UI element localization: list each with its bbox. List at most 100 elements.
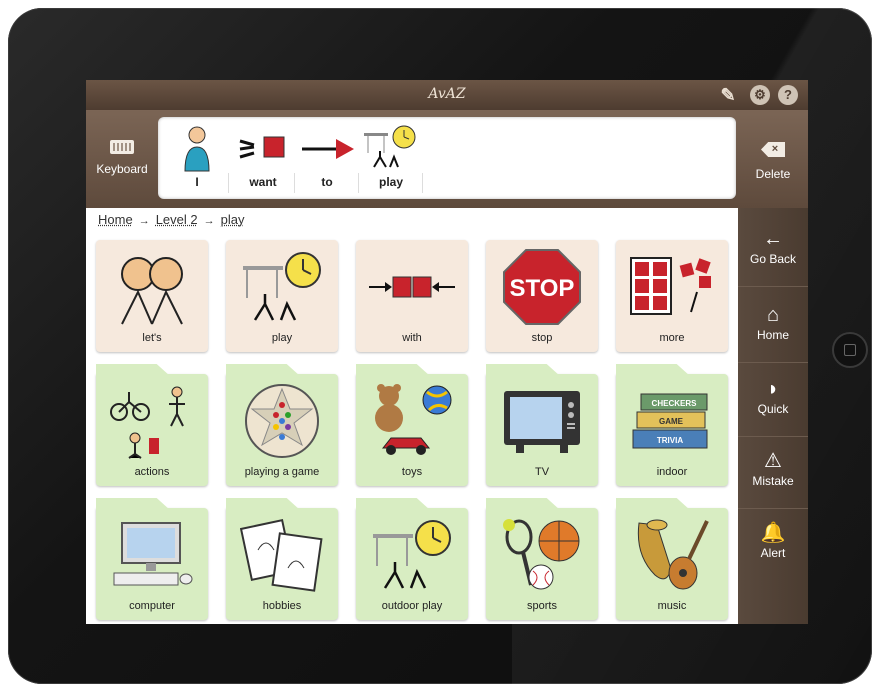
more-grid-icon bbox=[616, 248, 728, 326]
tile-label: with bbox=[402, 332, 422, 344]
breadcrumb-arrow-icon: → bbox=[138, 215, 150, 227]
play-swing-icon bbox=[356, 516, 468, 594]
board-game-icon bbox=[226, 382, 338, 460]
folder-sports[interactable]: sports bbox=[486, 508, 598, 620]
tile-play[interactable]: play bbox=[226, 240, 338, 352]
message-word[interactable]: I bbox=[168, 123, 226, 195]
tile-label: actions bbox=[134, 466, 170, 478]
folder-actions[interactable]: actions bbox=[96, 374, 208, 486]
breadcrumb-level[interactable]: Level 2 bbox=[156, 212, 198, 227]
sports-balls-icon bbox=[486, 516, 598, 594]
word-divider bbox=[228, 173, 229, 193]
pencil-icon[interactable]: ✎ bbox=[718, 85, 738, 105]
tile-label: more bbox=[659, 332, 685, 344]
go-back-button[interactable]: ← Go Back bbox=[738, 214, 808, 287]
tile-more[interactable]: more bbox=[616, 240, 728, 352]
folder-hobbies[interactable]: hobbies bbox=[226, 508, 338, 620]
back-arrow-icon: ← bbox=[763, 228, 783, 250]
tv-icon bbox=[486, 382, 598, 460]
folder-computer[interactable]: computer bbox=[96, 508, 208, 620]
tile-label: let's bbox=[142, 332, 162, 344]
quick-button[interactable]: ◗ Quick bbox=[738, 364, 808, 437]
sidebar-item-label: Home bbox=[756, 328, 789, 342]
instruments-icon bbox=[616, 516, 728, 594]
delete-button[interactable]: × Delete bbox=[738, 110, 808, 208]
home-button[interactable]: ⌂ Home bbox=[738, 290, 808, 363]
app-title: AvAZ bbox=[428, 86, 466, 102]
message-word-label: want bbox=[249, 175, 277, 189]
tile-label: outdoor play bbox=[381, 600, 443, 612]
person-icon bbox=[168, 123, 226, 175]
message-word-label: I bbox=[195, 175, 199, 189]
play-swing-icon bbox=[226, 248, 338, 326]
actions-icon bbox=[96, 382, 208, 460]
box-label-game: GAME bbox=[659, 417, 684, 426]
tile-with[interactable]: with bbox=[356, 240, 468, 352]
sidebar-item-label: Go Back bbox=[749, 252, 797, 266]
tile-label: music bbox=[657, 600, 687, 612]
message-word-label: play bbox=[378, 175, 403, 189]
keyboard-label: Keyboard bbox=[96, 162, 148, 176]
tile-label: toys bbox=[401, 466, 423, 478]
sidebar: ← Go Back ⌂ Home ◗ Quick ⚠ Mistake 🔔 Ale… bbox=[738, 208, 808, 624]
word-divider bbox=[422, 173, 423, 193]
tile-lets[interactable]: let's bbox=[96, 240, 208, 352]
title-bar: AvAZ ✎ ⚙ ? bbox=[86, 80, 808, 110]
tile-stop[interactable]: STOP stop bbox=[486, 240, 598, 352]
tile-label: play bbox=[271, 332, 293, 344]
app-screen: AvAZ ✎ ⚙ ? Keyboard I want to play × Del… bbox=[86, 80, 808, 624]
breadcrumb-home[interactable]: Home bbox=[98, 212, 133, 227]
sidebar-item-label: Mistake bbox=[752, 474, 794, 488]
tile-label: indoor bbox=[656, 466, 688, 478]
sidebar-item-label: Alert bbox=[760, 546, 786, 560]
tile-label: computer bbox=[129, 600, 175, 612]
message-strip[interactable]: I want to play bbox=[158, 117, 736, 199]
warning-icon: ⚠ bbox=[764, 450, 782, 472]
tile-label: sports bbox=[527, 600, 557, 612]
alert-button[interactable]: 🔔 Alert bbox=[738, 508, 808, 580]
breadcrumb-arrow-icon: → bbox=[203, 215, 215, 227]
play-swing-icon bbox=[362, 123, 420, 175]
two-people-icon bbox=[96, 248, 208, 326]
speak-icon: ◗ bbox=[766, 378, 780, 400]
want-hands-icon bbox=[234, 123, 292, 175]
arrow-right-icon bbox=[298, 123, 356, 175]
box-label-trivia: TRIVIA bbox=[657, 436, 683, 445]
tile-label: playing a game bbox=[244, 466, 320, 478]
keyboard-icon bbox=[110, 140, 134, 154]
word-divider bbox=[358, 173, 359, 193]
help-icon[interactable]: ? bbox=[778, 85, 798, 105]
backspace-icon: × bbox=[761, 142, 785, 157]
keyboard-button[interactable]: Keyboard bbox=[86, 110, 158, 208]
sidebar-item-label: Quick bbox=[757, 402, 789, 416]
folder-tv[interactable]: TV bbox=[486, 374, 598, 486]
tile-label: TV bbox=[534, 466, 550, 478]
tile-label: stop bbox=[531, 332, 553, 344]
home-icon: ⌂ bbox=[766, 304, 780, 326]
mistake-button[interactable]: ⚠ Mistake bbox=[738, 436, 808, 509]
board-games-stack-icon: CHECKERS GAME TRIVIA bbox=[616, 382, 728, 460]
computer-icon bbox=[96, 516, 208, 594]
stop-sign-icon: STOP bbox=[486, 248, 598, 326]
folder-music[interactable]: music bbox=[616, 508, 728, 620]
hobbies-icon bbox=[226, 516, 338, 594]
message-word[interactable]: want bbox=[234, 123, 292, 195]
stop-sign-text: STOP bbox=[510, 275, 575, 302]
message-word-label: to bbox=[321, 175, 333, 189]
breadcrumb-current[interactable]: play bbox=[221, 212, 245, 227]
tablet-home-button[interactable] bbox=[832, 332, 868, 368]
folder-outdoor-play[interactable]: outdoor play bbox=[356, 508, 468, 620]
bell-icon: 🔔 bbox=[760, 522, 786, 544]
message-word[interactable]: play bbox=[362, 123, 420, 195]
box-label-checkers: CHECKERS bbox=[652, 399, 698, 408]
settings-gear-icon[interactable]: ⚙ bbox=[750, 85, 770, 105]
folder-toys[interactable]: toys bbox=[356, 374, 468, 486]
delete-label: Delete bbox=[755, 167, 791, 181]
breadcrumb: Home → Level 2 → play bbox=[98, 212, 244, 227]
message-word[interactable]: to bbox=[298, 123, 356, 195]
folder-playing-a-game[interactable]: playing a game bbox=[226, 374, 338, 486]
folder-indoor[interactable]: CHECKERS GAME TRIVIA indoor bbox=[616, 374, 728, 486]
tile-label: hobbies bbox=[262, 600, 302, 612]
word-divider bbox=[294, 173, 295, 193]
toys-icon bbox=[356, 382, 468, 460]
